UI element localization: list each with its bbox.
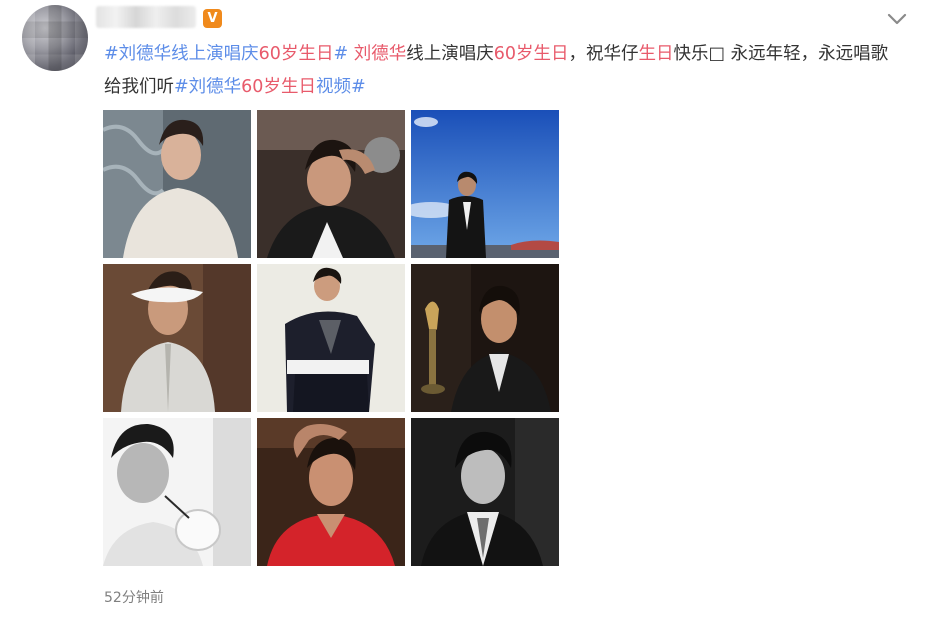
photo-thumbnail-8[interactable] — [257, 418, 405, 566]
photo-grid — [103, 110, 561, 568]
topic2-link-name[interactable]: 刘德华 — [189, 77, 242, 97]
chevron-down-icon[interactable] — [884, 8, 910, 30]
post-body-text: #刘德华线上演唱庆60岁生日# 刘德华线上演唱庆60岁生日，祝华仔生日快乐□ 永… — [104, 38, 904, 104]
topic-hash-end[interactable]: # — [333, 44, 348, 64]
photo-thumbnail-7[interactable] — [103, 418, 251, 566]
topic-link-event[interactable]: 线上演唱庆 — [171, 44, 259, 64]
photo-thumbnail-3[interactable] — [411, 110, 559, 258]
post-timestamp[interactable]: 52分钟前 — [104, 587, 164, 607]
photo-thumbnail-2[interactable] — [257, 110, 405, 258]
topic-link-name[interactable]: 刘德华 — [119, 44, 172, 64]
photo-thumbnail-1[interactable] — [103, 110, 251, 258]
photo-thumbnail-9[interactable] — [411, 418, 559, 566]
weibo-post-card: V #刘德华线上演唱庆60岁生日# 刘德华线上演唱庆60岁生日，祝华仔生日快乐□… — [0, 0, 942, 635]
keyword-name: 刘德华 — [353, 44, 407, 64]
user-avatar[interactable] — [22, 5, 88, 71]
photo-thumbnail-5[interactable] — [257, 264, 405, 412]
topic-link-age[interactable]: 60 — [259, 44, 281, 64]
topic2-hash-end[interactable]: # — [351, 77, 366, 97]
vip-badge-icon: V — [203, 9, 222, 28]
text-plain-2: ，祝华仔 — [568, 44, 639, 64]
topic-link-birthday[interactable]: 岁生日 — [281, 44, 334, 64]
username-redacted[interactable] — [96, 6, 196, 28]
topic2-link-birthday[interactable]: 60岁生日 — [241, 77, 316, 97]
topic2-hash[interactable]: # — [174, 77, 189, 97]
keyword-shengri: 生日 — [638, 44, 674, 64]
text-plain-1: 线上演唱庆 — [406, 44, 494, 64]
keyword-birthday: 60岁生日 — [493, 44, 569, 64]
topic-hash[interactable]: # — [104, 44, 119, 64]
photo-thumbnail-4[interactable] — [103, 264, 251, 412]
photo-thumbnail-6[interactable] — [411, 264, 559, 412]
topic2-link-video[interactable]: 视频 — [316, 77, 351, 97]
